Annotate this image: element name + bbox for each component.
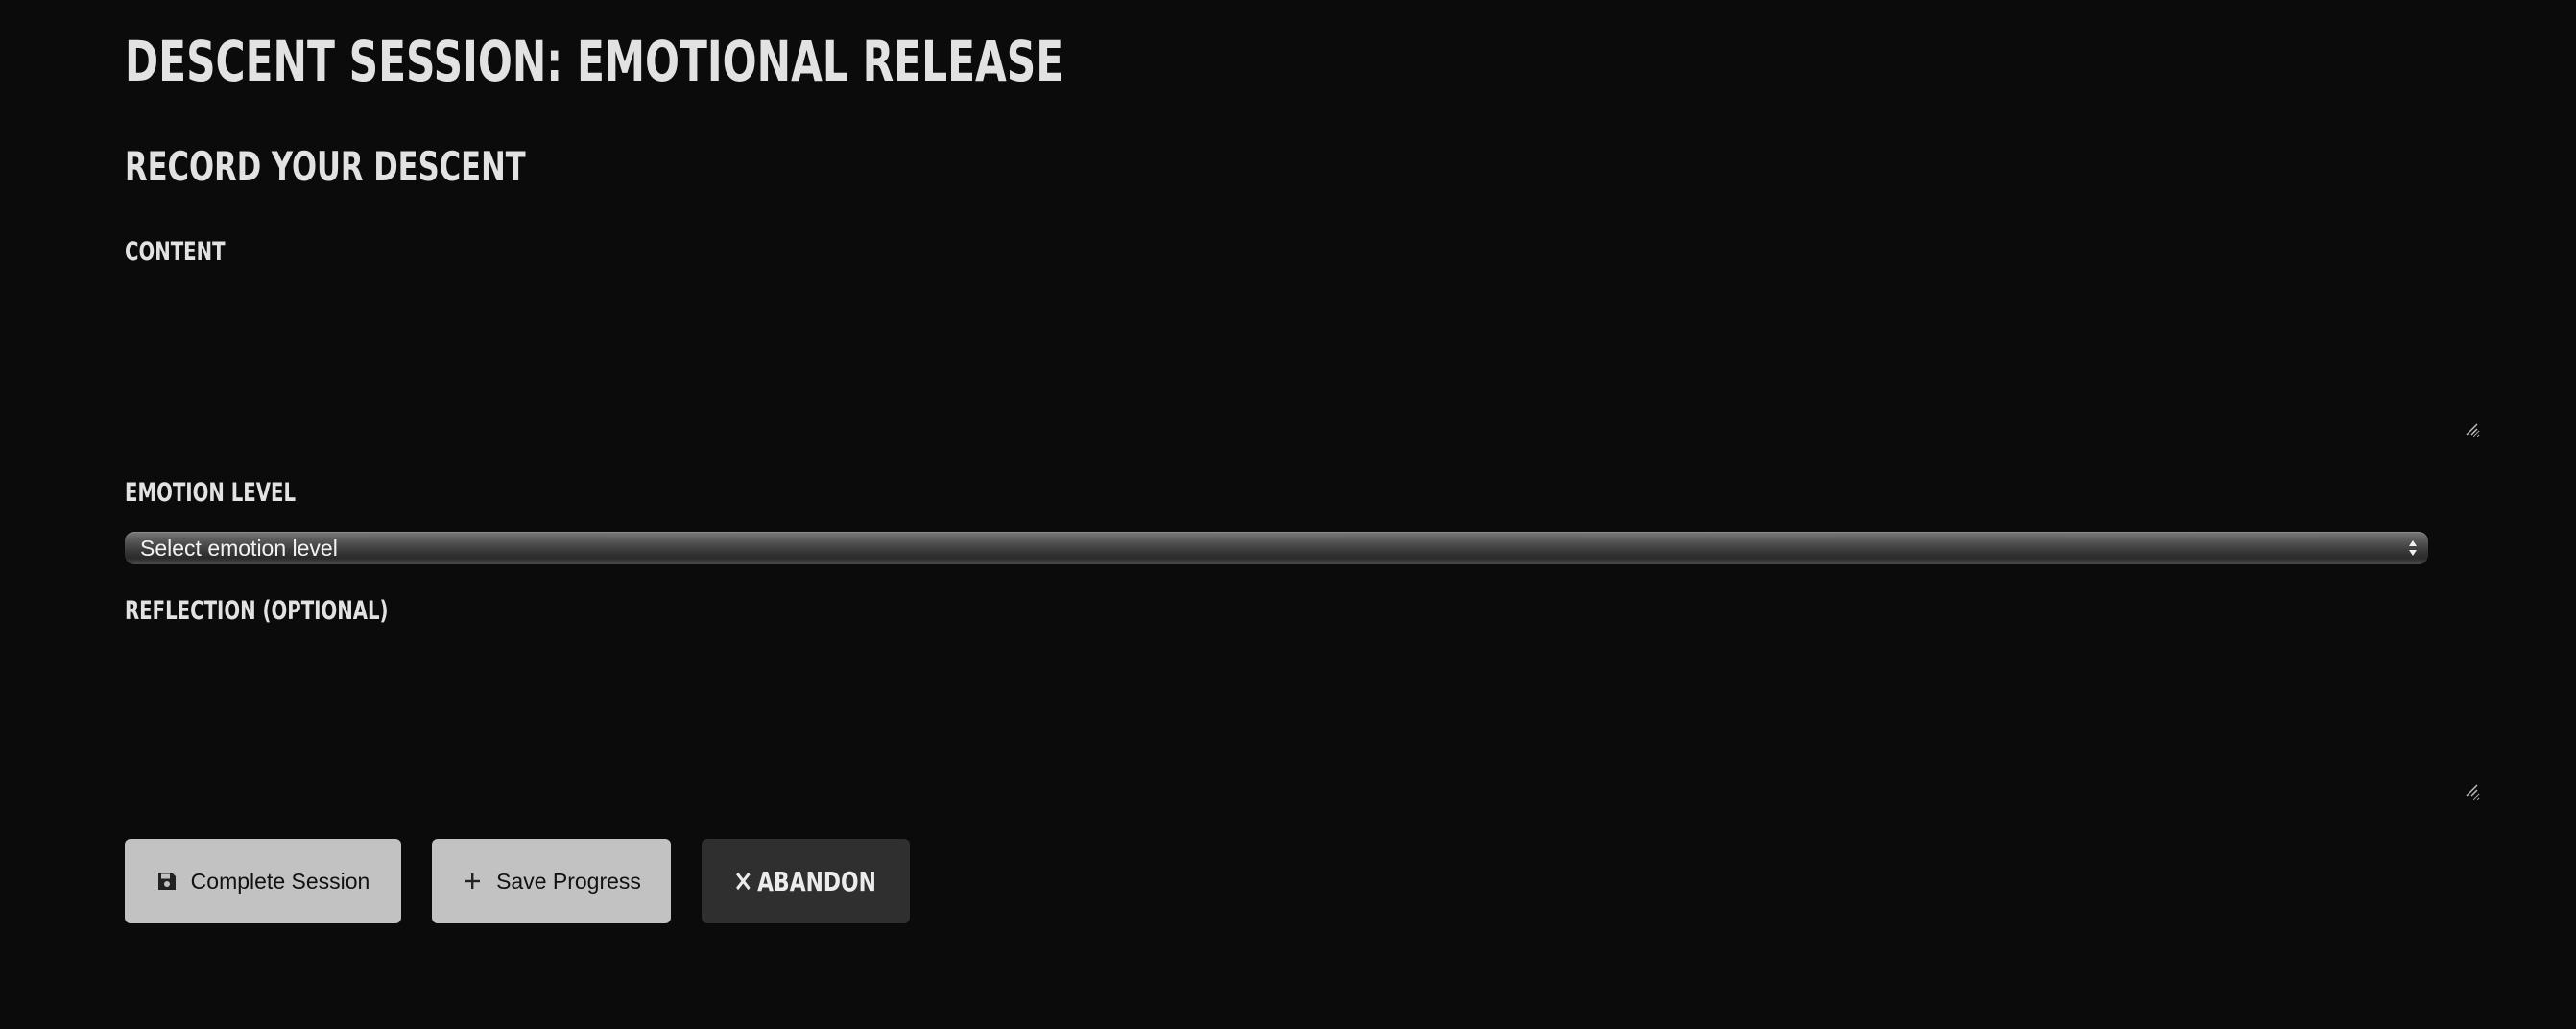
save-progress-button[interactable]: Save Progress [432,839,671,923]
complete-session-label: Complete Session [190,868,370,894]
section-title: RECORD YOUR DESCENT [125,143,526,190]
reflection-label: REFLECTION (OPTIONAL) [125,596,389,626]
descent-session-page: DESCENT SESSION: EMOTIONAL RELEASE RECOR… [0,0,2576,1029]
select-arrows-icon [2409,540,2417,556]
complete-session-button[interactable]: Complete Session [125,839,401,923]
resize-grip-icon[interactable] [2465,783,2478,797]
content-label: CONTENT [125,237,226,267]
abandon-button[interactable]: ABANDON [702,839,910,923]
plus-icon [465,873,481,889]
emotion-level-select[interactable]: Select emotion level [125,532,2428,564]
floppy-disk-icon [157,873,176,890]
abandon-button-content: ABANDON [735,866,876,897]
emotion-level-selected-value: Select emotion level [140,536,338,561]
emotion-level-label: EMOTION LEVEL [125,478,297,508]
resize-grip-icon[interactable] [2465,422,2478,436]
reflection-textarea[interactable] [125,639,2480,801]
abandon-label: ABANDON [757,865,877,897]
close-icon [736,872,751,891]
save-progress-label: Save Progress [496,868,641,894]
page-title: DESCENT SESSION: EMOTIONAL RELEASE [125,29,1064,94]
content-textarea[interactable] [125,278,2480,438]
